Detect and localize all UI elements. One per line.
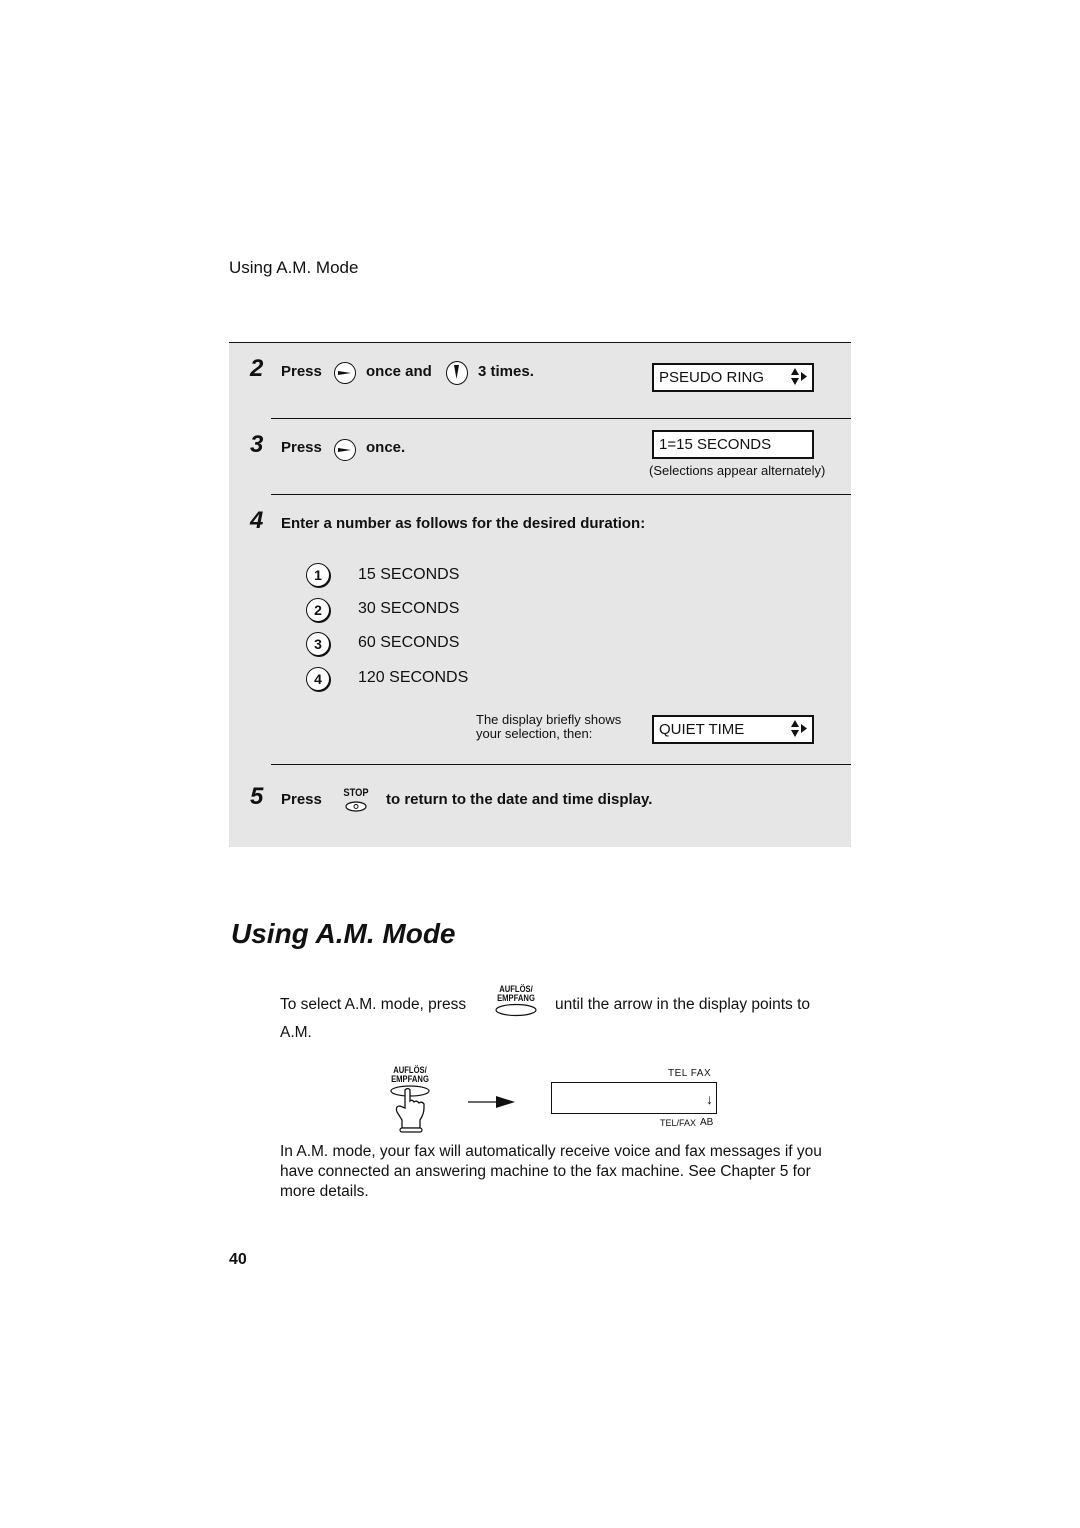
display-note: (Selections appear alternately) <box>649 463 826 478</box>
divider <box>271 418 851 419</box>
steps-panel: 2 Press once and 3 times. PSEUDO RING 3 … <box>229 342 851 847</box>
step-text: once. <box>366 439 406 456</box>
lcd-text: 1=15 SECONDS <box>659 436 772 453</box>
lcd-display: PSEUDO RING <box>652 363 814 392</box>
up-down-right-arrows-icon <box>790 367 808 395</box>
step-number: 3 <box>250 431 264 458</box>
stop-key-icon: STOP <box>339 788 373 817</box>
divider <box>271 764 851 765</box>
pressing-hand-icon <box>390 1085 430 1133</box>
display-top-labels: TEL FAX <box>668 1068 712 1079</box>
press-key-diagram: AUFLÖS/ EMPFANG <box>386 1066 434 1139</box>
aufloes-empfang-key-icon: AUFLÖS/ EMPFANG <box>492 985 540 1022</box>
right-arrow-icon <box>468 1096 515 1108</box>
number-key-1: 1 <box>306 563 330 587</box>
step-text: to return to the date and time display. <box>386 791 653 808</box>
step-number: 5 <box>250 783 264 810</box>
intro-text: To select A.M. mode, press <box>280 996 467 1013</box>
step-text: Enter a number as follows for the desire… <box>281 515 646 532</box>
step-text: Press <box>281 363 322 380</box>
intro-text: until the arrow in the display points to <box>555 996 811 1013</box>
step-number: 4 <box>250 507 264 534</box>
number-key-2: 2 <box>306 598 330 622</box>
number-key-4: 4 <box>306 667 330 691</box>
running-head: Using A.M. Mode <box>229 258 359 277</box>
duration-option: 120 SECONDS <box>358 669 469 686</box>
mode-arrow-icon: ↓ <box>706 1091 713 1107</box>
display-bottom-label: TEL/FAX <box>660 1118 697 1128</box>
description-paragraph: In A.M. mode, your fax will automaticall… <box>280 1143 822 1200</box>
page-number: 40 <box>229 1251 247 1268</box>
section-title: Using A.M. Mode <box>231 918 456 949</box>
down-arrow-button-icon <box>446 361 468 385</box>
intro-text: A.M. <box>280 1024 312 1041</box>
step-text: Press <box>281 791 322 808</box>
step-text: 3 times. <box>478 363 534 380</box>
lcd-text: PSEUDO RING <box>659 369 765 386</box>
right-arrow-button-icon <box>334 362 356 384</box>
lcd-display: 1=15 SECONDS <box>652 430 814 459</box>
duration-option: 60 SECONDS <box>358 634 460 651</box>
display-bottom-label: AB <box>700 1117 714 1128</box>
key-label: EMPFANG <box>497 993 535 1003</box>
number-key-3: 3 <box>306 632 330 656</box>
step-number: 2 <box>250 355 264 382</box>
duration-option: 30 SECONDS <box>358 600 460 617</box>
fax-display: ↓ <box>551 1082 717 1114</box>
step-text: Press <box>281 439 322 456</box>
note-line: The display briefly shows <box>476 712 622 727</box>
step-text: once and <box>366 363 432 380</box>
display-note: The display briefly shows your selection… <box>476 713 621 741</box>
note-line: your selection, then: <box>476 726 593 741</box>
key-label: EMPFANG <box>391 1074 429 1084</box>
lcd-display: QUIET TIME <box>652 715 814 744</box>
stop-key-label: STOP <box>343 787 369 799</box>
lcd-text: QUIET TIME <box>659 721 745 738</box>
divider <box>271 494 851 495</box>
right-arrow-button-icon <box>334 439 356 461</box>
duration-option: 15 SECONDS <box>358 566 460 583</box>
up-down-right-arrows-icon <box>790 719 808 747</box>
